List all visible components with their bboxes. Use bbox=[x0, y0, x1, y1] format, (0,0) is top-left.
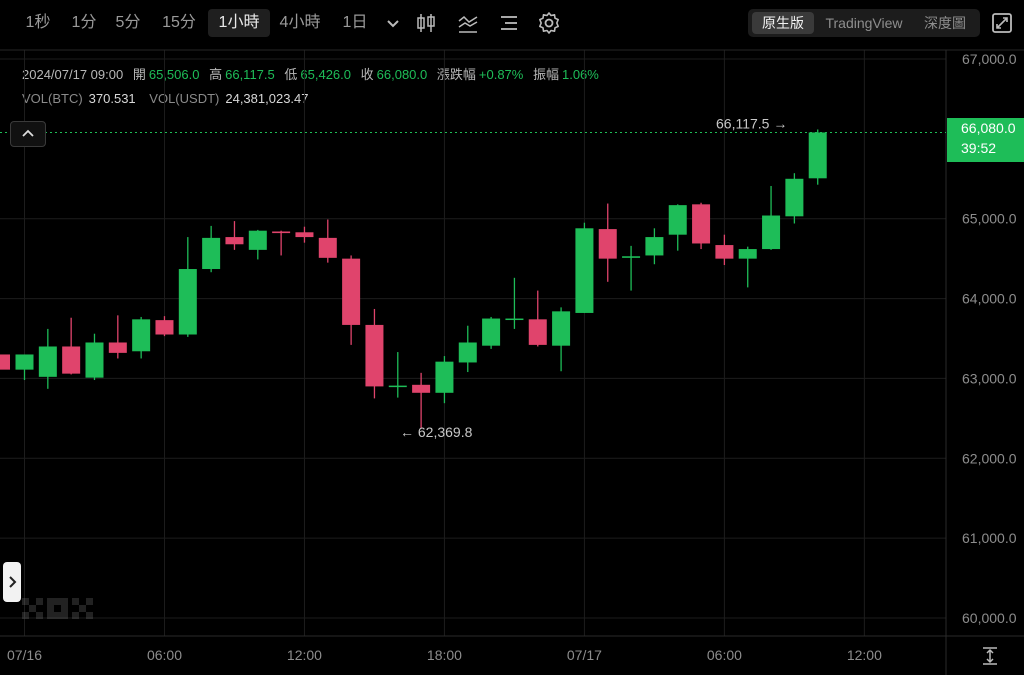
candle bbox=[248, 229, 267, 260]
candle bbox=[225, 221, 244, 250]
candle bbox=[692, 202, 711, 250]
candle bbox=[645, 228, 664, 265]
x-tick-label: 06:00 bbox=[147, 647, 182, 663]
price-scale-adjust-icon[interactable] bbox=[978, 644, 1002, 668]
candlestick-chart[interactable]: 67,000.0 65,000.0 64,000.0 63,000.0 62,000.0… bbox=[0, 0, 1024, 675]
okx-watermark-logo bbox=[22, 598, 93, 619]
candle bbox=[365, 308, 384, 399]
candle bbox=[85, 333, 104, 381]
candle bbox=[762, 185, 781, 250]
candle bbox=[342, 255, 361, 345]
candle-partial bbox=[0, 354, 10, 370]
candle bbox=[808, 129, 827, 185]
candle bbox=[785, 173, 804, 224]
candle bbox=[202, 225, 221, 273]
y-tick-label: 65,000.0 bbox=[962, 211, 1017, 227]
candle bbox=[575, 222, 594, 313]
candle bbox=[62, 317, 81, 375]
last-price-tag: 66,080.0 39:52 bbox=[947, 118, 1024, 162]
x-tick-label: 06:00 bbox=[707, 647, 742, 663]
y-tick-label: 63,000.0 bbox=[962, 370, 1017, 386]
candle bbox=[318, 219, 337, 263]
y-tick-label: 64,000.0 bbox=[962, 291, 1017, 307]
x-tick-label: 07/17 bbox=[567, 647, 602, 663]
candle-countdown: 39:52 bbox=[961, 140, 997, 156]
candle bbox=[458, 325, 477, 373]
candle bbox=[155, 316, 174, 337]
candle bbox=[552, 307, 571, 372]
x-tick-label: 18:00 bbox=[427, 647, 462, 663]
x-tick-label: 12:00 bbox=[847, 647, 882, 663]
candle bbox=[295, 226, 314, 243]
last-price-value: 66,080.0 bbox=[961, 120, 1016, 136]
candle bbox=[388, 352, 407, 398]
candle bbox=[435, 356, 454, 404]
y-tick-label: 67,000.0 bbox=[962, 51, 1017, 67]
x-tick-label: 12:00 bbox=[287, 647, 322, 663]
candle bbox=[108, 315, 127, 359]
candle bbox=[622, 245, 641, 291]
candle bbox=[505, 277, 524, 329]
collapse-info-button[interactable] bbox=[10, 121, 46, 147]
candle bbox=[38, 328, 57, 389]
low-price-marker: ← 62,369.8 bbox=[400, 424, 473, 440]
candle bbox=[715, 234, 734, 266]
candle bbox=[482, 316, 501, 349]
candle bbox=[598, 203, 617, 282]
y-tick-label: 62,000.0 bbox=[962, 450, 1017, 466]
candle bbox=[15, 354, 34, 381]
candle bbox=[178, 237, 197, 337]
y-tick-label: 61,000.0 bbox=[962, 530, 1017, 546]
high-price-marker: 66,117.5 → bbox=[716, 115, 787, 131]
candle bbox=[738, 246, 757, 288]
side-panel-toggle-button[interactable] bbox=[3, 562, 21, 602]
candle bbox=[272, 230, 291, 256]
x-tick-label: 07/16 bbox=[7, 647, 42, 663]
candle bbox=[412, 372, 431, 429]
y-tick-label: 60,000.0 bbox=[962, 610, 1017, 626]
candle bbox=[668, 204, 687, 251]
candle bbox=[132, 316, 151, 359]
